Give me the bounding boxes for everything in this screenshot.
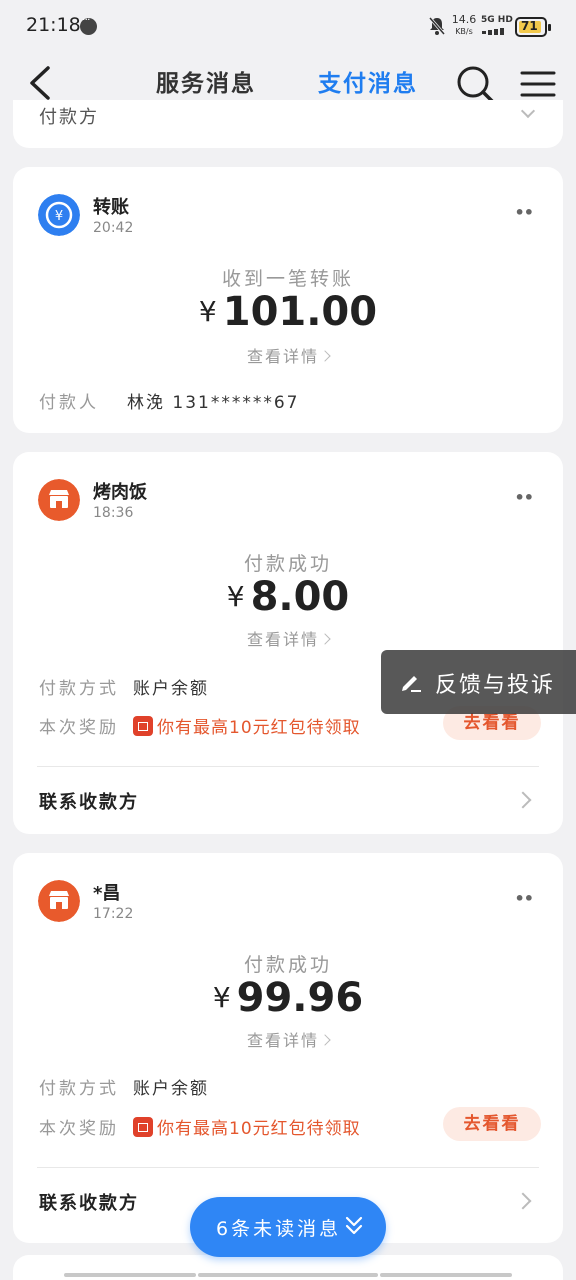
reward-text: 你有最高10元红包待领取 <box>133 713 361 738</box>
card-time: 18:36 <box>93 505 134 521</box>
home-indicator <box>380 1273 512 1277</box>
contact-payee-link[interactable]: 联系收款方 <box>39 788 139 814</box>
payer-value: 林浼 131******67 <box>127 393 300 413</box>
chat-notification-icon <box>80 13 97 35</box>
card-amount: ¥99.96 <box>13 975 563 1021</box>
currency-symbol: ¥ <box>212 981 231 1014</box>
tab-service-messages[interactable]: 服务消息 <box>156 64 256 98</box>
home-indicator <box>64 1273 196 1277</box>
currency-symbol: ¥ <box>226 580 245 613</box>
amount-value: 8.00 <box>250 574 350 620</box>
chevron-right-icon <box>319 350 331 362</box>
card-time: 20:42 <box>93 220 134 236</box>
chevron-right-icon <box>319 633 331 645</box>
back-arrow-icon[interactable] <box>24 64 58 102</box>
status-bar: 21:18 14.6 KB/s 5G HD 71 <box>0 0 576 52</box>
home-indicator <box>198 1273 378 1277</box>
network-type: 5G HD <box>481 15 513 25</box>
card-title: 转账 <box>93 197 129 218</box>
payment-method-label: 付款方式 <box>39 679 119 699</box>
chevron-right-icon <box>514 1192 532 1210</box>
edit-pencil-icon <box>402 676 421 692</box>
payment-card-merchant: 烤肉饭 18:36 •• 付款成功 ¥8.00 查看详情 付款方式 账户余额 本… <box>13 452 563 834</box>
shop-icon <box>38 880 80 922</box>
double-chevron-down-icon <box>345 1216 363 1235</box>
battery-icon: 71 <box>515 17 551 37</box>
view-details-label: 查看详情 <box>246 347 319 366</box>
payment-method-value: 账户余额 <box>133 1079 209 1099</box>
reward-label: 本次奖励 <box>39 718 119 738</box>
chevron-right-icon <box>514 791 532 809</box>
card-status: 收到一笔转账 <box>221 268 354 290</box>
card-status: 付款成功 <box>243 553 332 575</box>
tab-payment-messages[interactable]: 支付消息 <box>318 64 418 98</box>
search-icon[interactable] <box>455 64 495 104</box>
card-amount: ¥101.00 <box>13 289 563 335</box>
gift-icon <box>133 716 153 736</box>
reward-label: 本次奖励 <box>39 1119 119 1139</box>
previous-card-peek: 付款方 <box>13 100 563 148</box>
view-details-label: 查看详情 <box>246 630 319 649</box>
card-time: 17:22 <box>93 906 134 922</box>
gift-icon <box>133 1117 153 1137</box>
currency-symbol: ¥ <box>198 295 217 328</box>
more-options-icon[interactable]: •• <box>515 889 534 908</box>
view-details-link[interactable]: 查看详情 <box>13 1027 563 1051</box>
amount-value: 99.96 <box>236 975 364 1021</box>
contact-payee-link[interactable]: 联系收款方 <box>39 1189 139 1215</box>
chevron-right-icon <box>520 103 536 119</box>
reward-text: 你有最高10元红包待领取 <box>133 1114 361 1139</box>
transfer-yen-icon: ¥ <box>38 194 80 236</box>
view-details-link[interactable]: 查看详情 <box>13 343 563 367</box>
payment-card-transfer: ¥ 转账 20:42 •• 收到一笔转账 ¥101.00 查看详情 付款人 林浼… <box>13 167 563 433</box>
reward-text-value: 你有最高10元红包待领取 <box>157 1119 361 1139</box>
feedback-label: 反馈与投诉 <box>435 673 556 698</box>
bell-muted-icon <box>428 17 446 35</box>
signal-icon <box>482 28 504 35</box>
more-options-icon[interactable]: •• <box>515 488 534 507</box>
card-title: *昌 <box>93 883 121 904</box>
shop-icon <box>38 479 80 521</box>
view-details-label: 查看详情 <box>246 1031 319 1050</box>
payment-card-merchant: *昌 17:22 •• 付款成功 ¥99.96 查看详情 付款方式 账户余额 本… <box>13 853 563 1243</box>
more-options-icon[interactable]: •• <box>515 203 534 222</box>
card-amount: ¥8.00 <box>13 574 563 620</box>
net-speed-value: 14.6 <box>451 13 477 26</box>
net-speed: 14.6 KB/s <box>450 14 478 38</box>
card-title: 烤肉饭 <box>93 482 147 503</box>
net-speed-unit: KB/s <box>455 27 473 36</box>
payer-label: 付款人 <box>39 393 99 413</box>
payment-method-value: 账户余额 <box>133 679 209 699</box>
card-status: 付款成功 <box>243 954 332 976</box>
reward-text-value: 你有最高10元红包待领取 <box>157 718 361 738</box>
menu-icon[interactable] <box>520 70 556 98</box>
divider <box>37 766 539 767</box>
previous-card-label: 付款方 <box>39 107 99 128</box>
unread-messages-button[interactable]: 6条未读消息 <box>190 1197 386 1257</box>
payment-method-label: 付款方式 <box>39 1079 119 1099</box>
svg-text:¥: ¥ <box>55 209 63 224</box>
view-reward-button[interactable]: 去看看 <box>443 1107 541 1141</box>
feedback-complaint-button[interactable]: 反馈与投诉 <box>381 650 576 714</box>
divider <box>37 1167 539 1168</box>
status-time: 21:18 <box>26 14 81 36</box>
battery-level: 71 <box>521 19 538 33</box>
amount-value: 101.00 <box>222 289 378 335</box>
unread-messages-label: 6条未读消息 <box>216 1218 342 1240</box>
chevron-right-icon <box>319 1034 331 1046</box>
view-details-link[interactable]: 查看详情 <box>13 626 563 650</box>
